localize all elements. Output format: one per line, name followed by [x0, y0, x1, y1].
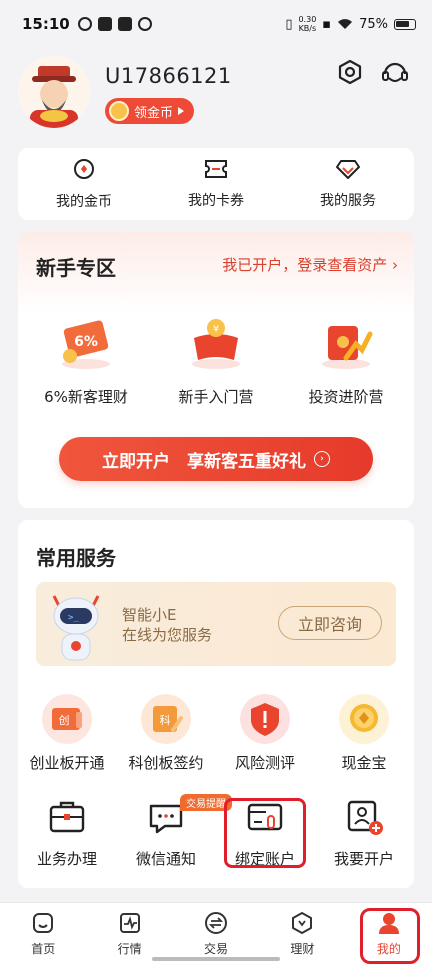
- tab-market-label: 行情: [117, 942, 142, 956]
- my-coins-label: 我的金币: [56, 194, 112, 210]
- beginner-camp-item[interactable]: ¥ 新手入门营: [150, 312, 282, 407]
- play-arrow-icon: [178, 107, 185, 115]
- gold-coin-icon: [339, 694, 389, 744]
- nfc-icon: ▪: [322, 16, 332, 32]
- common-services-card: 常用服务 >_ 智能小E 在线为您服务 立即咨询 创 创业板开通 科 科创板签约…: [18, 520, 414, 888]
- svg-text:创: 创: [59, 714, 70, 727]
- diamond-icon: [336, 160, 360, 179]
- percent-ticket-icon: 6%: [62, 320, 110, 369]
- gem-board-open-label: 创业板开通: [29, 754, 105, 772]
- assistant-subtitle: 在线为您服务: [122, 626, 213, 644]
- my-services-label: 我的服务: [320, 193, 376, 209]
- tab-market[interactable]: 行情: [86, 903, 172, 964]
- open-account-cta-label: 立即开户 享新客五重好礼: [102, 451, 306, 472]
- vibrate-icon: ▯: [285, 16, 293, 32]
- tab-home[interactable]: 首页: [0, 903, 86, 964]
- business-handling-label: 业务办理: [36, 850, 97, 868]
- cash-treasure-item[interactable]: 现金宝: [319, 694, 409, 773]
- assistant-banner[interactable]: >_ 智能小E 在线为您服务 立即咨询: [36, 582, 396, 666]
- svg-text:科: 科: [160, 713, 171, 727]
- risk-assessment-item[interactable]: 风险测评: [220, 694, 310, 773]
- star-market-sign-label: 科创板签约: [128, 754, 204, 772]
- tiktok-icon: [97, 17, 112, 31]
- book-coin-icon: ¥: [192, 319, 240, 369]
- my-coins-link[interactable]: 我的金币: [18, 148, 150, 220]
- my-services-link[interactable]: 我的服务: [282, 148, 414, 220]
- consult-now-button[interactable]: 立即咨询: [278, 606, 382, 640]
- services-title: 常用服务: [36, 546, 116, 570]
- ticket-icon: [205, 160, 227, 178]
- avatar[interactable]: [18, 56, 90, 128]
- tab-trade-label: 交易: [204, 942, 229, 956]
- battery-percent: 75%: [359, 16, 388, 32]
- beginner-camp-label: 新手入门营: [178, 388, 254, 406]
- new-customer-finance-label: 6%新客理财: [44, 388, 128, 406]
- get-coins-button[interactable]: 领金币: [105, 98, 195, 124]
- my-coupons-label: 我的卡券: [188, 193, 244, 209]
- link-icon: [137, 17, 152, 31]
- coin-icon: [109, 101, 129, 121]
- chuang-icon: 创: [42, 694, 92, 744]
- cash-treasure-label: 现金宝: [341, 754, 387, 772]
- star-market-sign-item[interactable]: 科 科创板签约: [121, 694, 211, 773]
- bind-account-highlight: [224, 798, 306, 868]
- status-time: 15:10: [22, 15, 70, 33]
- notification-icons: [77, 17, 152, 31]
- get-coins-label: 领金币: [134, 105, 174, 121]
- battery-icon: [394, 18, 416, 30]
- customer-service-icon[interactable]: [380, 58, 410, 88]
- fortune-god-avatar-icon: [18, 56, 90, 128]
- warning-shield-icon: [240, 694, 290, 744]
- open-account-cta-button[interactable]: 立即开户 享新客五重好礼 ›: [59, 437, 373, 481]
- advanced-camp-label: 投资进阶营: [308, 388, 384, 406]
- tab-mine-highlight: [360, 908, 420, 964]
- home-indicator: [152, 957, 280, 961]
- home-icon: [33, 913, 54, 933]
- net-speed: 0.30 KB/s: [298, 15, 317, 33]
- risk-assessment-label: 风险测评: [234, 754, 295, 772]
- mail-icon: [117, 17, 132, 31]
- tab-finance-label: 理财: [290, 942, 315, 956]
- wallet-icon: [292, 912, 313, 934]
- newbie-title: 新手专区: [36, 256, 116, 280]
- assistant-name: 智能小E: [122, 606, 177, 624]
- add-user-icon: [347, 800, 383, 835]
- newbie-zone-card: 新手专区 我已开户，登录查看资产 › 6% 6%新客理财 ¥ 新手入门营 投资进…: [18, 232, 414, 508]
- open-account-item[interactable]: 我要开户: [319, 794, 409, 869]
- fan-icon: [77, 17, 92, 31]
- profile-header: U17866121 领金币: [0, 48, 432, 140]
- business-handling-item[interactable]: 业务办理: [22, 794, 112, 869]
- svg-text:¥: ¥: [213, 324, 219, 335]
- growth-envelope-icon: [322, 326, 373, 369]
- chevron-right-circle-icon: ›: [314, 451, 330, 467]
- exchange-icon: [205, 912, 228, 934]
- open-account-label: 我要开户: [333, 850, 394, 868]
- login-view-assets-link[interactable]: 我已开户，登录查看资产 ›: [222, 254, 398, 275]
- status-bar: 15:10 ▯ 0.30 KB/s ▪ 75%: [0, 0, 432, 48]
- svg-text:6%: 6%: [74, 334, 98, 350]
- tab-home-label: 首页: [31, 942, 56, 956]
- tab-finance[interactable]: 理财: [259, 903, 345, 964]
- tab-trade[interactable]: 交易: [173, 903, 259, 964]
- status-right: ▯ 0.30 KB/s ▪ 75%: [285, 15, 416, 33]
- briefcase-icon: [49, 801, 85, 833]
- my-coupons-link[interactable]: 我的卡券: [150, 148, 282, 220]
- settings-hexagon-icon[interactable]: [336, 58, 364, 86]
- robot-assistant-icon: >_: [52, 595, 100, 661]
- chart-icon: [119, 913, 140, 933]
- svg-text:>_: >_: [68, 613, 79, 623]
- wifi-icon: [338, 19, 353, 29]
- gem-board-open-item[interactable]: 创 创业板开通: [22, 694, 112, 773]
- username: U17866121: [105, 64, 232, 88]
- coin-target-icon: [74, 159, 94, 179]
- quick-links-card: 我的金币 我的卡券 我的服务: [18, 148, 414, 220]
- advanced-camp-item[interactable]: 投资进阶营: [280, 312, 412, 407]
- wechat-notify-label: 微信通知: [135, 850, 196, 868]
- new-customer-finance-item[interactable]: 6% 6%新客理财: [20, 312, 152, 407]
- ke-icon: 科: [141, 694, 191, 744]
